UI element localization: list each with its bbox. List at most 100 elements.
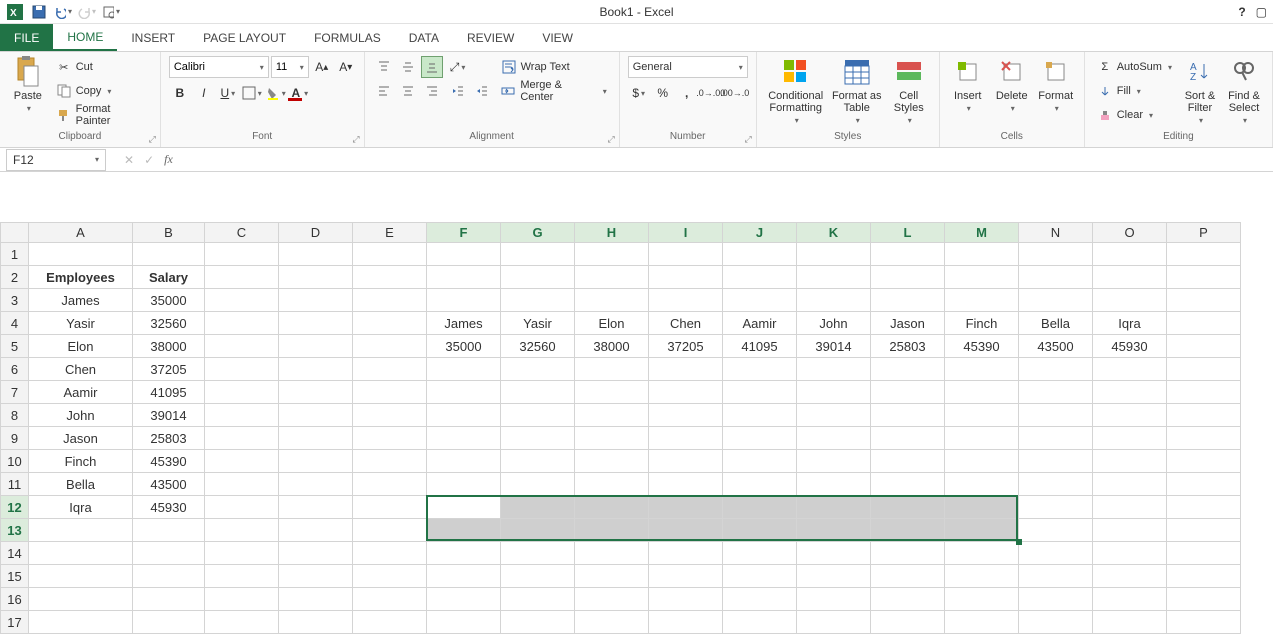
cell-G12[interactable]: [501, 496, 575, 519]
cell-P14[interactable]: [1167, 542, 1241, 565]
decrease-decimal-icon[interactable]: .00→.0: [724, 82, 746, 104]
clear-button[interactable]: Clear▾: [1093, 104, 1176, 126]
name-box[interactable]: F12▾: [6, 149, 106, 171]
cell-G11[interactable]: [501, 473, 575, 496]
cell-N15[interactable]: [1019, 565, 1093, 588]
cell-N7[interactable]: [1019, 381, 1093, 404]
cell-A8[interactable]: John: [29, 404, 133, 427]
cell-E4[interactable]: [353, 312, 427, 335]
cell-M5[interactable]: 45390: [945, 335, 1019, 358]
cell-J14[interactable]: [723, 542, 797, 565]
cell-M1[interactable]: [945, 243, 1019, 266]
cell-M2[interactable]: [945, 266, 1019, 289]
row-header-13[interactable]: 13: [1, 519, 29, 542]
cell-I11[interactable]: [649, 473, 723, 496]
cell-I10[interactable]: [649, 450, 723, 473]
row-header-17[interactable]: 17: [1, 611, 29, 634]
cell-K8[interactable]: [797, 404, 871, 427]
accounting-format-icon[interactable]: $▾: [628, 82, 650, 104]
sort-filter-button[interactable]: AZSort & Filter▾: [1180, 56, 1220, 125]
cell-O14[interactable]: [1093, 542, 1167, 565]
cell-G9[interactable]: [501, 427, 575, 450]
row-header-12[interactable]: 12: [1, 496, 29, 519]
col-header-A[interactable]: A: [29, 223, 133, 243]
cell-C15[interactable]: [205, 565, 279, 588]
cell-C17[interactable]: [205, 611, 279, 634]
cell-H5[interactable]: 38000: [575, 335, 649, 358]
cell-I4[interactable]: Chen: [649, 312, 723, 335]
cell-E11[interactable]: [353, 473, 427, 496]
cell-D7[interactable]: [279, 381, 353, 404]
cell-P12[interactable]: [1167, 496, 1241, 519]
col-header-E[interactable]: E: [353, 223, 427, 243]
cell-H9[interactable]: [575, 427, 649, 450]
cell-G16[interactable]: [501, 588, 575, 611]
cell-E10[interactable]: [353, 450, 427, 473]
cell-A10[interactable]: Finch: [29, 450, 133, 473]
cell-A3[interactable]: James: [29, 289, 133, 312]
cell-A12[interactable]: Iqra: [29, 496, 133, 519]
font-name-combo[interactable]: ▾: [169, 56, 269, 78]
cell-A1[interactable]: [29, 243, 133, 266]
cell-P17[interactable]: [1167, 611, 1241, 634]
cell-O8[interactable]: [1093, 404, 1167, 427]
cell-D2[interactable]: [279, 266, 353, 289]
cell-E15[interactable]: [353, 565, 427, 588]
spreadsheet-grid[interactable]: ABCDEFGHIJKLMNOP12EmployeesSalary3James3…: [0, 222, 1273, 634]
col-header-G[interactable]: G: [501, 223, 575, 243]
cell-M10[interactable]: [945, 450, 1019, 473]
increase-indent-icon[interactable]: [471, 80, 493, 102]
cell-I9[interactable]: [649, 427, 723, 450]
cell-H12[interactable]: [575, 496, 649, 519]
cell-I15[interactable]: [649, 565, 723, 588]
cell-M16[interactable]: [945, 588, 1019, 611]
cell-E13[interactable]: [353, 519, 427, 542]
cell-E1[interactable]: [353, 243, 427, 266]
align-middle-icon[interactable]: [397, 56, 419, 78]
cell-F7[interactable]: [427, 381, 501, 404]
cell-F11[interactable]: [427, 473, 501, 496]
cell-E3[interactable]: [353, 289, 427, 312]
cell-F2[interactable]: [427, 266, 501, 289]
percent-format-icon[interactable]: %: [652, 82, 674, 104]
col-header-L[interactable]: L: [871, 223, 945, 243]
cell-J6[interactable]: [723, 358, 797, 381]
cell-O11[interactable]: [1093, 473, 1167, 496]
save-icon[interactable]: [30, 3, 48, 21]
cell-F5[interactable]: 35000: [427, 335, 501, 358]
fill-button[interactable]: Fill▾: [1093, 80, 1176, 102]
cell-D11[interactable]: [279, 473, 353, 496]
cell-L11[interactable]: [871, 473, 945, 496]
cell-C1[interactable]: [205, 243, 279, 266]
tab-data[interactable]: DATA: [395, 24, 453, 51]
clipboard-launcher[interactable]: ⤢: [149, 134, 156, 145]
row-header-11[interactable]: 11: [1, 473, 29, 496]
tab-home[interactable]: HOME: [53, 24, 117, 51]
cell-K13[interactable]: [797, 519, 871, 542]
cell-C5[interactable]: [205, 335, 279, 358]
col-header-J[interactable]: J: [723, 223, 797, 243]
cell-N4[interactable]: Bella: [1019, 312, 1093, 335]
cell-N6[interactable]: [1019, 358, 1093, 381]
cell-C12[interactable]: [205, 496, 279, 519]
cell-B3[interactable]: 35000: [133, 289, 205, 312]
italic-button[interactable]: I: [193, 82, 215, 104]
cell-O16[interactable]: [1093, 588, 1167, 611]
cell-F13[interactable]: [427, 519, 501, 542]
cell-K17[interactable]: [797, 611, 871, 634]
cell-H1[interactable]: [575, 243, 649, 266]
cell-F10[interactable]: [427, 450, 501, 473]
cell-K11[interactable]: [797, 473, 871, 496]
cell-I8[interactable]: [649, 404, 723, 427]
row-header-10[interactable]: 10: [1, 450, 29, 473]
decrease-indent-icon[interactable]: [447, 80, 469, 102]
cell-K7[interactable]: [797, 381, 871, 404]
cell-M14[interactable]: [945, 542, 1019, 565]
cell-L7[interactable]: [871, 381, 945, 404]
cell-C7[interactable]: [205, 381, 279, 404]
cell-O9[interactable]: [1093, 427, 1167, 450]
increase-font-icon[interactable]: A▴: [311, 56, 333, 78]
cell-P5[interactable]: [1167, 335, 1241, 358]
cell-P9[interactable]: [1167, 427, 1241, 450]
cell-I2[interactable]: [649, 266, 723, 289]
